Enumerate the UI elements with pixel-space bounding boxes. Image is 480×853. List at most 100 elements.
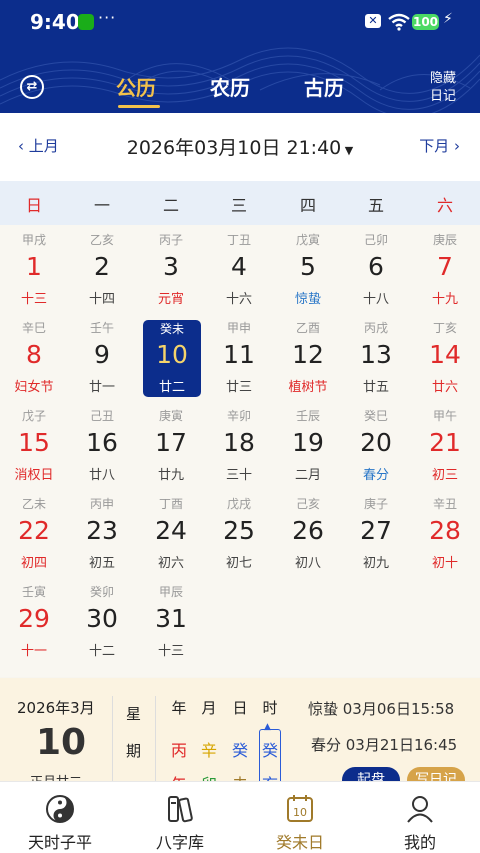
divider bbox=[155, 696, 156, 781]
day-number: 7 bbox=[437, 252, 453, 281]
day-number: 19 bbox=[292, 428, 324, 457]
charging-bolt-icon: ⚡ bbox=[443, 11, 453, 27]
day-cell-25[interactable]: 戊戌 25 初七 bbox=[205, 489, 273, 577]
day-cell-30[interactable]: 癸卯 30 十二 bbox=[68, 577, 136, 665]
day-number: 13 bbox=[360, 340, 392, 369]
day-cell-11[interactable]: 甲申 11 廿三 bbox=[205, 313, 273, 401]
day-cell-4[interactable]: 丁丑 4 十六 bbox=[205, 225, 273, 313]
day-cell-15[interactable]: 戊子 15 消权日 bbox=[0, 401, 68, 489]
branch-hour: 亥 bbox=[259, 771, 281, 781]
info-big-day: 10 bbox=[36, 722, 87, 763]
hide-diary-button[interactable]: 隐藏日记 bbox=[430, 70, 464, 106]
day-ganzhi: 辛卯 bbox=[226, 409, 251, 423]
day-cell-28[interactable]: 辛丑 28 初十 bbox=[411, 489, 479, 577]
tab-day[interactable]: 10 癸未日 bbox=[240, 782, 360, 853]
day-number: 11 bbox=[223, 340, 255, 369]
tab-tianshi[interactable]: 天时子平 bbox=[0, 782, 120, 853]
day-cell-24[interactable]: 丁酉 24 初六 bbox=[137, 489, 205, 577]
tab-me[interactable]: 我的 bbox=[360, 782, 480, 853]
day-lunar: 廿六 bbox=[431, 380, 458, 395]
stem-month: 辛 bbox=[200, 741, 217, 760]
day-lunar: 二月 bbox=[294, 468, 321, 483]
day-cell-8[interactable]: 辛巳 8 妇女节 bbox=[0, 313, 68, 401]
weekday-tue: 二 bbox=[162, 196, 179, 215]
day-ganzhi: 乙未 bbox=[21, 497, 46, 511]
day-cell-29[interactable]: 壬寅 29 十一 bbox=[0, 577, 68, 665]
day-number: 17 bbox=[155, 428, 187, 457]
day-cell-6[interactable]: 己卯 6 十八 bbox=[342, 225, 410, 313]
day-lunar: 植树节 bbox=[288, 380, 328, 395]
day-ganzhi: 乙亥 bbox=[89, 233, 114, 247]
day-cell-10[interactable]: 癸未 10 廿二 bbox=[143, 320, 201, 397]
write-diary-button[interactable]: 写日记 bbox=[407, 767, 465, 781]
day-cell-9[interactable]: 壬午 9 廿一 bbox=[68, 313, 136, 401]
day-cell-12[interactable]: 乙酉 12 植树节 bbox=[274, 313, 342, 401]
calendar-icon-day: 10 bbox=[293, 806, 307, 819]
day-lunar: 三十 bbox=[225, 468, 252, 483]
day-ganzhi: 戊子 bbox=[21, 409, 46, 423]
day-number: 26 bbox=[292, 516, 324, 545]
day-ganzhi: 甲午 bbox=[432, 409, 457, 423]
weekday-wed: 三 bbox=[230, 196, 247, 215]
day-info-panel: 2026年3月 10 正月廿二 星 期 二 年 月 日 时 ▲ 丙 辛 癸 癸 … bbox=[0, 678, 480, 781]
day-lunar: 初九 bbox=[362, 556, 389, 571]
week-char: 星 bbox=[126, 705, 142, 723]
day-number: 28 bbox=[429, 516, 461, 545]
tab-lunar[interactable]: 农历 bbox=[210, 72, 250, 101]
current-date-picker[interactable]: 2026年03月10日 21:40 ▼ bbox=[0, 133, 480, 160]
day-number: 6 bbox=[368, 252, 384, 281]
day-number: 3 bbox=[163, 252, 179, 281]
day-cell-19[interactable]: 壬辰 19 二月 bbox=[274, 401, 342, 489]
day-ganzhi: 己丑 bbox=[89, 409, 114, 423]
day-lunar: 廿九 bbox=[157, 468, 184, 483]
day-lunar: 十四 bbox=[88, 292, 115, 307]
day-lunar: 初十 bbox=[431, 556, 458, 571]
day-lunar: 惊蛰 bbox=[294, 292, 321, 307]
day-ganzhi: 戊戌 bbox=[226, 497, 251, 511]
day-number: 25 bbox=[223, 516, 255, 545]
day-ganzhi: 丁丑 bbox=[226, 233, 251, 247]
day-cell-26[interactable]: 己亥 26 初八 bbox=[274, 489, 342, 577]
day-cell-7[interactable]: 庚辰 7 十九 bbox=[411, 225, 479, 313]
day-cell-5[interactable]: 戊寅 5 惊蛰 bbox=[274, 225, 342, 313]
day-number: 20 bbox=[360, 428, 392, 457]
app-header: 9:40 ··· ✕ 100 ⚡ ⇄ 公历 农历 古历 隐藏日记 bbox=[0, 0, 480, 113]
switch-mode-icon[interactable]: ⇄ bbox=[20, 75, 44, 99]
day-cell-18[interactable]: 辛卯 18 三十 bbox=[205, 401, 273, 489]
tab-ancient[interactable]: 古历 bbox=[304, 72, 344, 101]
day-lunar: 十二 bbox=[88, 644, 115, 659]
day-cell-3[interactable]: 丙子 3 元宵 bbox=[137, 225, 205, 313]
day-cell-22[interactable]: 乙未 22 初四 bbox=[0, 489, 68, 577]
tab-bazi-library[interactable]: 八字库 bbox=[120, 782, 240, 853]
day-cell-2[interactable]: 乙亥 2 十四 bbox=[68, 225, 136, 313]
day-lunar: 初五 bbox=[88, 556, 115, 571]
day-number: 14 bbox=[429, 340, 461, 369]
day-cell-13[interactable]: 丙戌 13 廿五 bbox=[342, 313, 410, 401]
day-ganzhi: 癸巳 bbox=[363, 409, 388, 423]
tab-gregorian[interactable]: 公历 bbox=[116, 72, 156, 101]
day-number: 15 bbox=[18, 428, 50, 457]
day-cell-27[interactable]: 庚子 27 初九 bbox=[342, 489, 410, 577]
day-cell-21[interactable]: 甲午 21 初三 bbox=[411, 401, 479, 489]
stem-year: 丙 bbox=[170, 741, 187, 760]
day-cell-23[interactable]: 丙申 23 初五 bbox=[68, 489, 136, 577]
weekday-header: 日 一 二 三 四 五 六 bbox=[0, 181, 480, 225]
calendar-grid: 甲戌 1 十三 乙亥 2 十四 丙子 3 元宵 丁丑 4 十六 戊寅 5 惊蛰 己卯 6 十八 庚辰 7 十九辛巳 8 妇女… bbox=[0, 225, 480, 677]
day-lunar: 初四 bbox=[20, 556, 47, 571]
day-number: 16 bbox=[86, 428, 118, 457]
day-cell-1[interactable]: 甲戌 1 十三 bbox=[0, 225, 68, 313]
next-month-button[interactable]: 下月 › bbox=[419, 135, 460, 156]
caret-down-icon: ▼ bbox=[341, 144, 354, 157]
start-chart-button[interactable]: 起盘 bbox=[342, 767, 400, 781]
day-ganzhi: 己亥 bbox=[295, 497, 320, 511]
day-cell-31[interactable]: 甲辰 31 十三 bbox=[137, 577, 205, 665]
day-number: 2 bbox=[94, 252, 110, 281]
branch-month: 卯 bbox=[198, 771, 220, 781]
day-ganzhi: 丁亥 bbox=[432, 321, 457, 335]
wechat-icon bbox=[78, 14, 94, 30]
day-cell-17[interactable]: 庚寅 17 廿九 bbox=[137, 401, 205, 489]
day-cell-16[interactable]: 己丑 16 廿八 bbox=[68, 401, 136, 489]
day-cell-20[interactable]: 癸巳 20 春分 bbox=[342, 401, 410, 489]
day-cell-14[interactable]: 丁亥 14 廿六 bbox=[411, 313, 479, 401]
weekday-sun: 日 bbox=[25, 196, 42, 215]
